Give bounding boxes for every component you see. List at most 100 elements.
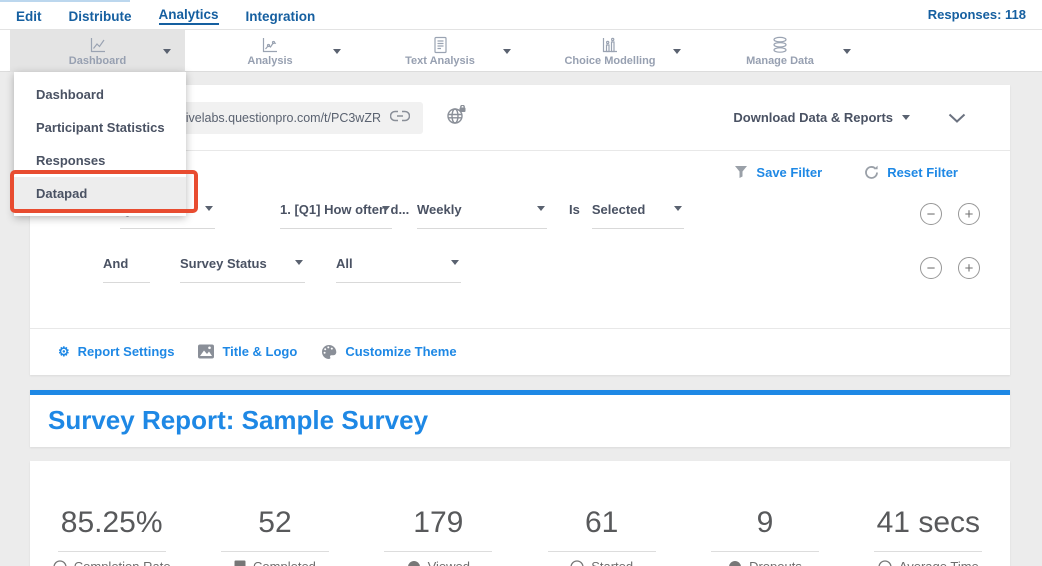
stat-value: 61 — [585, 505, 618, 541]
add-filter-button[interactable]: + — [958, 257, 980, 279]
nav-item-edit[interactable]: Edit — [16, 6, 42, 24]
responses-count[interactable]: Responses: 118 — [928, 7, 1026, 22]
stat-completion-rate: 85.25% Completion Rate — [30, 505, 193, 566]
report-title-card: Survey Report: Sample Survey — [30, 390, 1010, 447]
remove-filter-button[interactable]: − — [920, 257, 942, 279]
completion-rate-icon — [53, 560, 67, 566]
completed-icon — [234, 560, 246, 566]
divider — [221, 551, 329, 552]
divider — [384, 551, 492, 552]
status-value-select[interactable]: All — [336, 255, 461, 283]
toolbar-item-analysis[interactable]: Analysis — [185, 30, 355, 72]
divider — [548, 551, 656, 552]
add-filter-button[interactable]: + — [958, 203, 980, 225]
caret-down-icon — [382, 206, 390, 211]
average-time-icon — [878, 560, 892, 566]
menu-item-datapad[interactable]: Datapad — [14, 177, 186, 210]
menu-item-responses[interactable]: Responses — [14, 144, 186, 177]
answer-option-select[interactable]: Weekly — [417, 201, 547, 229]
toolbar-item-manage-data[interactable]: Manage Data — [695, 30, 865, 72]
stat-label: Completion Rate — [74, 559, 171, 566]
survey-status-select[interactable]: Survey Status — [180, 255, 305, 283]
chevron-down-icon[interactable] — [333, 49, 341, 54]
stat-label: Viewed — [428, 559, 470, 566]
stat-value: 179 — [413, 505, 463, 541]
toolbar-item-dashboard[interactable]: Dashboard — [10, 30, 185, 72]
report-title: Survey Report: Sample Survey — [30, 395, 1010, 436]
filter-row-controls: − + — [920, 255, 1010, 279]
nav-item-distribute[interactable]: Distribute — [69, 6, 132, 24]
collapse-chevron-icon[interactable] — [948, 113, 966, 123]
filter-row-2: And Survey Status All − + — [30, 247, 1010, 301]
toolbar-item-label: Text Analysis — [405, 55, 475, 67]
stat-value: 52 — [258, 505, 291, 541]
database-icon — [771, 36, 789, 54]
started-icon — [570, 560, 584, 566]
reset-filter-button[interactable]: Reset Filter — [864, 165, 958, 180]
filter-row-controls: − + — [920, 201, 1010, 225]
globe-lock-icon[interactable] — [446, 105, 467, 130]
chevron-down-icon[interactable] — [673, 49, 681, 54]
gear-icon: ⚙ — [58, 345, 70, 358]
image-icon — [198, 344, 214, 359]
remove-filter-button[interactable]: − — [920, 203, 942, 225]
caret-down-icon — [674, 206, 682, 211]
menu-item-dashboard[interactable]: Dashboard — [14, 78, 186, 111]
nav-item-analytics[interactable]: Analytics — [159, 4, 219, 25]
divider — [58, 551, 166, 552]
customize-theme-label: Customize Theme — [345, 344, 456, 359]
dashboard-dropdown-menu: Dashboard Participant Statistics Respons… — [14, 72, 186, 216]
stat-label: Dropouts — [749, 559, 802, 566]
viewed-icon — [407, 560, 421, 566]
toolbar-item-choice-modelling[interactable]: Choice Modelling — [525, 30, 695, 72]
question-select[interactable]: 1. [Q1] How often d... — [280, 201, 392, 229]
stat-value: 41 secs — [877, 505, 980, 541]
reset-filter-label: Reset Filter — [887, 165, 958, 180]
filter-funnel-icon — [734, 165, 748, 179]
line-chart-icon — [89, 36, 107, 54]
bar-dots-chart-icon — [601, 36, 619, 54]
chevron-down-icon[interactable] — [163, 49, 171, 54]
toolbar-item-label: Choice Modelling — [564, 55, 655, 67]
stat-label: Completed — [253, 559, 316, 566]
nav-item-integration[interactable]: Integration — [246, 6, 316, 24]
stat-label: Average Time — [899, 559, 979, 566]
divider — [874, 551, 982, 552]
caret-down-icon — [537, 206, 545, 211]
chevron-down-icon[interactable] — [503, 49, 511, 54]
stat-value: 85.25% — [61, 505, 163, 541]
dropouts-icon — [728, 560, 742, 566]
toolbar-item-label: Analysis — [247, 55, 292, 67]
report-settings-button[interactable]: ⚙ Report Settings — [58, 344, 174, 359]
condition-select[interactable]: Selected — [592, 201, 684, 229]
text-document-icon — [431, 36, 449, 54]
link-icon[interactable] — [390, 109, 410, 127]
chevron-down-icon[interactable] — [843, 49, 851, 54]
top-edge-accent — [0, 0, 130, 2]
menu-item-participant-statistics[interactable]: Participant Statistics — [14, 111, 186, 144]
app-window: Edit Distribute Analytics Integration Re… — [0, 0, 1042, 566]
nav-items: Edit Distribute Analytics Integration — [16, 4, 315, 25]
stat-dropouts: 9 Dropouts — [683, 505, 846, 566]
caret-down-icon — [205, 206, 213, 211]
top-navigation: Edit Distribute Analytics Integration Re… — [0, 0, 1042, 30]
save-filter-button[interactable]: Save Filter — [734, 165, 822, 180]
title-logo-label: Title & Logo — [222, 344, 297, 359]
caret-down-icon — [295, 260, 303, 265]
save-filter-label: Save Filter — [756, 165, 822, 180]
download-data-reports-dropdown[interactable]: Download Data & Reports — [733, 110, 910, 125]
logic-operator-select[interactable]: And — [103, 255, 150, 283]
stat-started: 61 Started — [520, 505, 683, 566]
toolbar-item-text-analysis[interactable]: Text Analysis — [355, 30, 525, 72]
title-logo-button[interactable]: Title & Logo — [198, 344, 297, 359]
palette-icon — [321, 344, 337, 360]
customize-theme-button[interactable]: Customize Theme — [321, 344, 456, 360]
divider — [711, 551, 819, 552]
refresh-icon — [864, 165, 879, 180]
caret-down-icon — [902, 115, 910, 120]
stat-value: 9 — [757, 505, 774, 541]
trend-chart-icon — [261, 36, 279, 54]
download-data-reports-label: Download Data & Reports — [733, 110, 893, 125]
stat-viewed: 179 Viewed — [357, 505, 520, 566]
report-settings-label: Report Settings — [78, 344, 175, 359]
